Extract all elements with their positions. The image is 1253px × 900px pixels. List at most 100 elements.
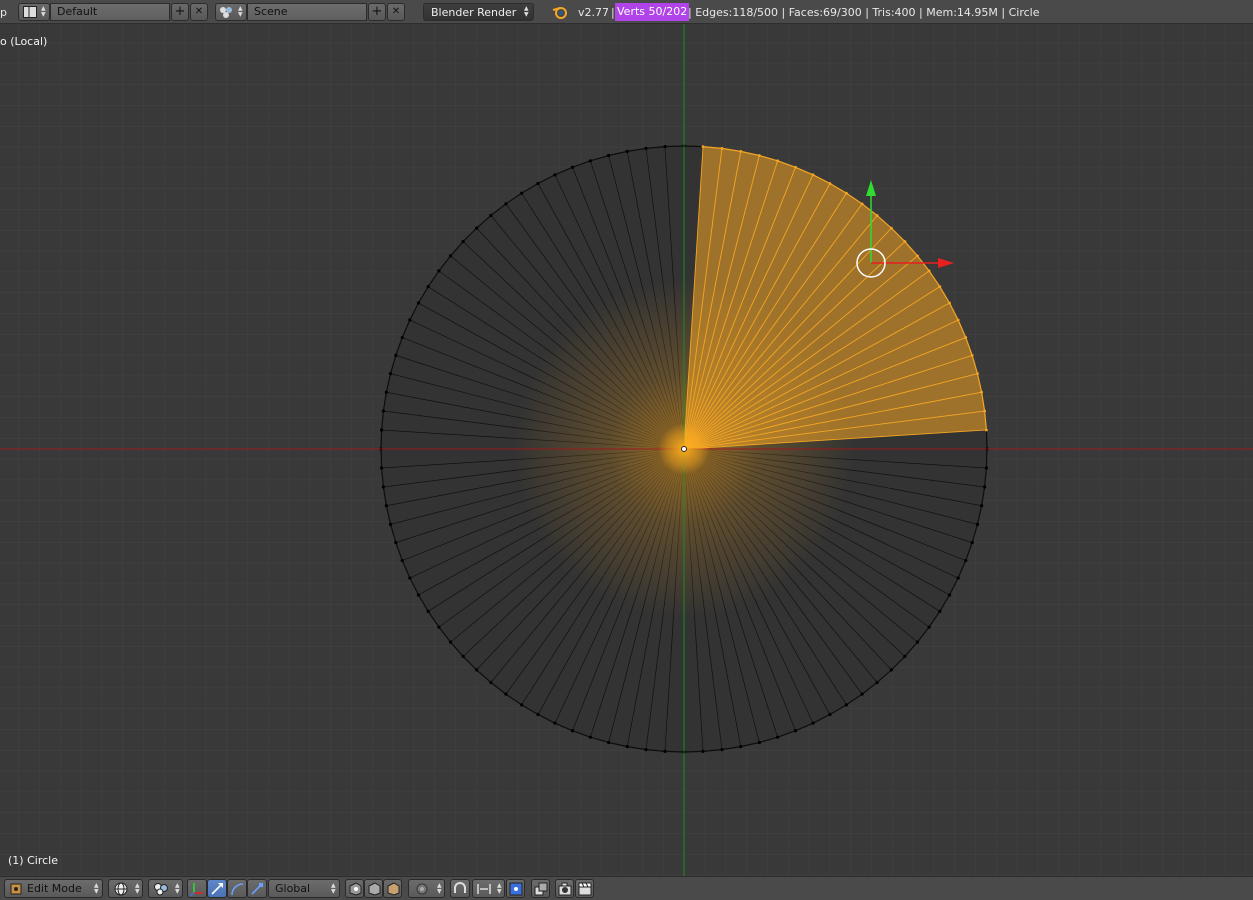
vertex[interactable] xyxy=(588,735,592,739)
vertex-select-button[interactable] xyxy=(345,879,364,898)
vertex[interactable] xyxy=(553,173,557,177)
vertex[interactable] xyxy=(461,239,465,244)
scene-selector[interactable]: ▲ ▼ xyxy=(215,3,247,21)
vertex[interactable] xyxy=(474,226,479,230)
vertex[interactable] xyxy=(437,269,441,273)
vertex[interactable] xyxy=(437,625,441,629)
delete-scene-button[interactable]: ✕ xyxy=(387,3,405,21)
render-engine-dropdown[interactable]: Blender Render ▲ ▼ xyxy=(423,3,534,21)
vertex[interactable] xyxy=(448,254,453,258)
vertex[interactable] xyxy=(384,390,388,394)
vertex[interactable] xyxy=(408,318,412,322)
rim-edge[interactable] xyxy=(985,448,988,469)
pivot-point-dropdown[interactable]: ▲ ▼ xyxy=(148,879,183,898)
vertex[interactable] xyxy=(536,712,540,717)
vertex[interactable] xyxy=(984,466,989,470)
vertex[interactable] xyxy=(400,558,404,563)
vertex[interactable] xyxy=(504,692,508,696)
vertex[interactable] xyxy=(416,593,421,597)
vertex[interactable] xyxy=(520,703,524,707)
opengl-render-button[interactable] xyxy=(555,879,574,898)
vertex[interactable] xyxy=(915,640,920,644)
vertex[interactable] xyxy=(625,745,629,749)
vertex[interactable] xyxy=(983,485,987,489)
selected-vertex[interactable] xyxy=(980,390,984,394)
selected-vertex[interactable] xyxy=(956,318,960,322)
vertex[interactable] xyxy=(394,541,398,545)
rim-edge[interactable] xyxy=(683,750,704,753)
vertex[interactable] xyxy=(975,522,980,526)
vertex[interactable] xyxy=(588,159,592,163)
vertex[interactable] xyxy=(570,165,575,169)
vertex[interactable] xyxy=(426,609,430,613)
vertex[interactable] xyxy=(701,749,705,754)
add-scene-button[interactable]: + xyxy=(368,3,386,21)
vertex[interactable] xyxy=(793,729,798,733)
selected-vertex[interactable] xyxy=(757,154,761,157)
vertex[interactable] xyxy=(504,202,508,206)
selected-vertex[interactable] xyxy=(970,353,974,357)
vertex[interactable] xyxy=(388,372,393,376)
rim-edge[interactable] xyxy=(985,429,988,450)
selected-vertex[interactable] xyxy=(964,336,968,339)
vertex[interactable] xyxy=(379,428,384,432)
vertex[interactable] xyxy=(947,593,952,597)
selected-vertex[interactable] xyxy=(875,214,879,217)
vertex[interactable] xyxy=(970,541,974,545)
manipulator-toggle[interactable] xyxy=(187,879,207,898)
vertex[interactable] xyxy=(384,504,388,508)
selected-vertex[interactable] xyxy=(860,202,864,206)
vertex[interactable] xyxy=(889,668,894,672)
vertex[interactable] xyxy=(776,735,780,739)
vertex[interactable] xyxy=(980,504,984,508)
vertex[interactable] xyxy=(388,522,393,526)
center-vertex[interactable] xyxy=(681,446,687,452)
3d-viewport[interactable] xyxy=(0,24,1253,876)
vertex[interactable] xyxy=(416,301,421,305)
rotate-tool-button[interactable] xyxy=(227,879,247,898)
vertex[interactable] xyxy=(625,149,629,153)
vertex[interactable] xyxy=(448,640,453,644)
selected-vertex[interactable] xyxy=(948,301,951,305)
translate-tool-button[interactable] xyxy=(207,879,227,898)
selected-vertex[interactable] xyxy=(938,285,942,289)
selected-vertex[interactable] xyxy=(903,240,907,243)
proportional-edit-dropdown[interactable]: ▲ ▼ xyxy=(408,879,445,898)
vertex[interactable] xyxy=(903,654,907,659)
vertex[interactable] xyxy=(379,466,384,470)
vertex[interactable] xyxy=(663,144,667,149)
snap-toggle[interactable] xyxy=(450,879,470,898)
selected-vertex[interactable] xyxy=(811,173,815,177)
selected-vertex[interactable] xyxy=(794,165,797,169)
selected-vertex[interactable] xyxy=(927,269,931,273)
selected-vertex[interactable] xyxy=(844,191,848,195)
snap-target-button[interactable] xyxy=(506,879,525,898)
vertex[interactable] xyxy=(964,558,968,563)
selected-vertex[interactable] xyxy=(916,254,919,258)
selected-vertex[interactable] xyxy=(976,372,979,376)
vertex[interactable] xyxy=(408,576,412,580)
vertex[interactable] xyxy=(828,712,832,717)
vertex[interactable] xyxy=(400,335,404,340)
selected-vertex[interactable] xyxy=(828,182,832,185)
add-screen-button[interactable]: + xyxy=(171,3,189,21)
selected-vertex[interactable] xyxy=(776,159,780,163)
selected-vertex[interactable] xyxy=(720,146,724,150)
vertex[interactable] xyxy=(536,181,540,186)
selected-vertex[interactable] xyxy=(701,145,705,148)
scale-tool-button[interactable] xyxy=(247,879,267,898)
vertex[interactable] xyxy=(489,680,493,685)
vertex[interactable] xyxy=(956,576,960,580)
vertex[interactable] xyxy=(663,749,667,754)
viewport-shading-dropdown[interactable]: ▲ ▼ xyxy=(108,879,143,898)
layers-button[interactable] xyxy=(531,879,550,898)
vertex[interactable] xyxy=(757,740,761,745)
vertex[interactable] xyxy=(938,609,942,613)
vertex[interactable] xyxy=(644,146,648,150)
vertex[interactable] xyxy=(553,721,557,725)
vertex[interactable] xyxy=(607,740,611,745)
vertex[interactable] xyxy=(844,703,848,707)
selected-vertex[interactable] xyxy=(739,149,743,153)
screen-layout-field[interactable]: Default xyxy=(50,3,170,21)
vertex[interactable] xyxy=(474,668,479,672)
